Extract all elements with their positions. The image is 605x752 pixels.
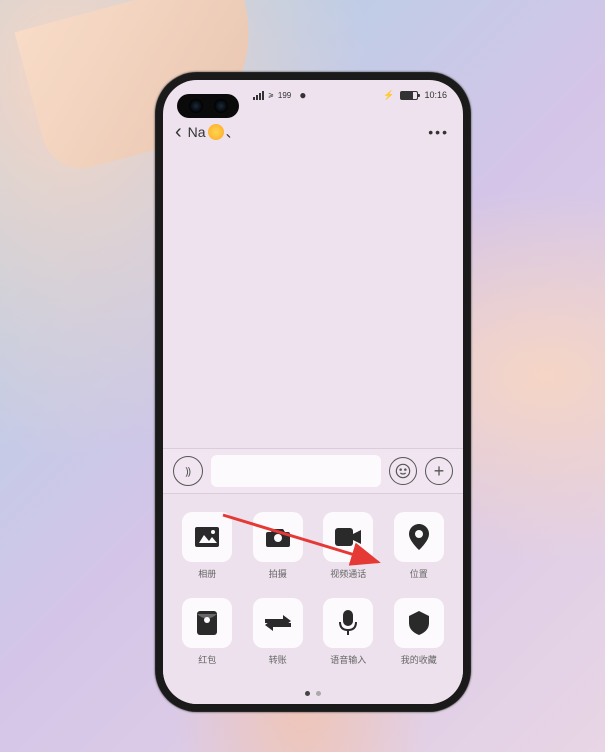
- attach-label: 相册: [198, 567, 216, 580]
- attachments-button[interactable]: +: [425, 457, 453, 485]
- attach-location[interactable]: 位置: [389, 512, 450, 580]
- more-button[interactable]: •••: [428, 124, 449, 140]
- chat-header: ‹ Na 、 •••: [163, 112, 463, 152]
- status-time: 10:16: [424, 90, 447, 100]
- back-button[interactable]: ‹: [175, 121, 182, 144]
- battery-icon: [400, 91, 418, 100]
- attach-red-packet[interactable]: 红包: [177, 598, 238, 666]
- charging-icon: ⚡: [383, 90, 394, 101]
- camera-icon: [253, 512, 303, 562]
- attach-transfer[interactable]: 转账: [248, 598, 309, 666]
- attach-label: 转账: [269, 653, 287, 666]
- attach-camera[interactable]: 拍摄: [248, 512, 309, 580]
- notification-dot: ●: [299, 88, 306, 102]
- album-icon: [182, 512, 232, 562]
- camera-cutout: [177, 94, 239, 118]
- attach-label: 视频通话: [330, 567, 366, 580]
- emoji-face-icon: [208, 124, 224, 140]
- video-icon: [323, 512, 373, 562]
- phone-frame: ⩾ 199 ● ⚡ 10:16 ‹ Na 、 ••• ⸩: [155, 72, 471, 712]
- favorites-icon: [394, 598, 444, 648]
- attachments-panel: 相册 拍摄 视频通话: [163, 494, 463, 704]
- message-input-bar: ⸩ +: [163, 448, 463, 494]
- red-packet-icon: [182, 598, 232, 648]
- location-icon: [394, 512, 444, 562]
- attach-label: 位置: [410, 567, 428, 580]
- attach-favorites[interactable]: 我的收藏: [389, 598, 450, 666]
- page-indicator: [305, 691, 321, 696]
- wifi-icon: ⩾: [268, 91, 274, 99]
- attach-album[interactable]: 相册: [177, 512, 238, 580]
- attach-label: 拍摄: [269, 567, 287, 580]
- voice-message-button[interactable]: ⸩: [173, 456, 203, 486]
- attach-label: 我的收藏: [401, 653, 437, 666]
- chat-messages-area[interactable]: [163, 152, 463, 492]
- attach-label: 红包: [198, 653, 216, 666]
- phone-screen: ⩾ 199 ● ⚡ 10:16 ‹ Na 、 ••• ⸩: [163, 80, 463, 704]
- microphone-icon: [323, 598, 373, 648]
- emoji-button[interactable]: [389, 457, 417, 485]
- signal-icon: [253, 91, 264, 100]
- attach-label: 语音输入: [330, 653, 366, 666]
- attach-voice-input[interactable]: 语音输入: [318, 598, 379, 666]
- transfer-icon: [253, 598, 303, 648]
- message-text-input[interactable]: [211, 455, 381, 487]
- attach-video-call[interactable]: 视频通话: [318, 512, 379, 580]
- carrier-text: 199: [278, 91, 291, 100]
- chat-title[interactable]: Na 、: [188, 122, 240, 142]
